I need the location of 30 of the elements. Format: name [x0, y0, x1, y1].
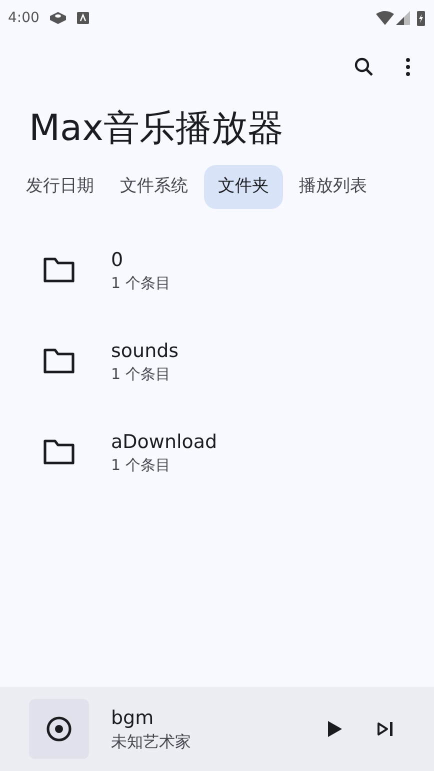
item-count: 1 个条目	[111, 272, 170, 292]
now-playing-bar[interactable]: bgm 未知艺术家	[0, 687, 434, 771]
cube-icon	[49, 11, 68, 25]
wifi-icon	[376, 11, 394, 25]
keyboard-icon	[77, 12, 90, 24]
folder-icon	[43, 348, 75, 374]
item-count: 1 个条目	[111, 364, 172, 384]
item-count: 1 个条目	[111, 454, 172, 474]
battery-icon	[416, 10, 426, 26]
track-artist: 未知艺术家	[111, 731, 192, 753]
track-title: bgm	[111, 706, 155, 731]
tab[interactable]: 文件系统	[110, 165, 198, 209]
tab[interactable]: 播放列表	[289, 165, 377, 209]
app-title: Max音乐播放器	[29, 111, 284, 147]
folder-icon	[43, 256, 75, 282]
folder-name: aDownload	[111, 430, 218, 454]
folder-icon	[43, 438, 75, 464]
folder-name: sounds	[111, 338, 179, 364]
play-icon	[328, 721, 342, 737]
folder-item[interactable]: 0 1 个条目	[0, 224, 434, 315]
signal-icon	[396, 11, 410, 25]
tab[interactable]: 发行日期	[16, 165, 104, 209]
tab[interactable]: 文件夹	[204, 165, 283, 209]
skip-next-icon	[377, 722, 393, 736]
disc-icon	[46, 716, 72, 742]
status-time: 4:00	[8, 8, 40, 28]
folder-item[interactable]: sounds 1 个条目	[0, 315, 434, 406]
folder-name: 0	[111, 248, 124, 272]
more-icon	[405, 57, 411, 77]
folder-item[interactable]: aDownload 1 个条目	[0, 406, 434, 497]
